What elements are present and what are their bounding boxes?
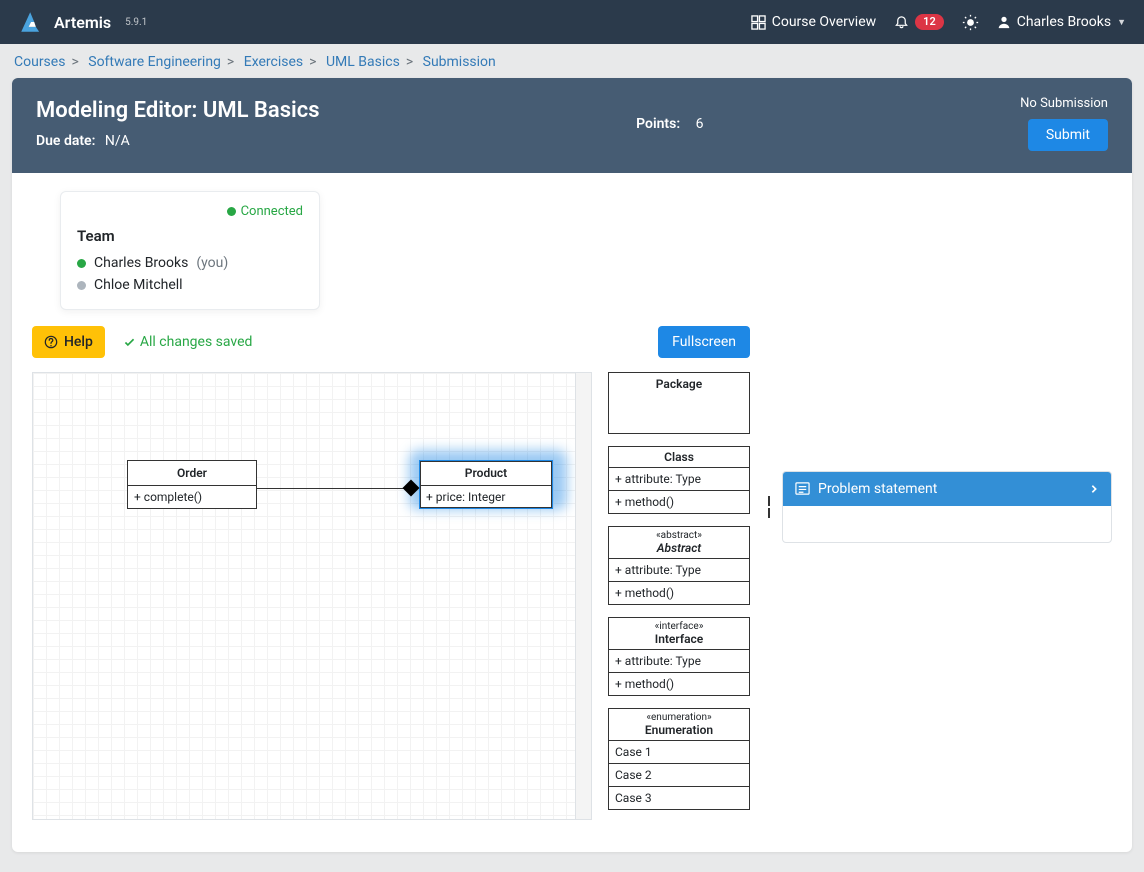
notif-badge: 12 bbox=[915, 14, 944, 30]
fullscreen-button[interactable]: Fullscreen bbox=[658, 326, 750, 358]
page-title: Modeling Editor: UML Basics bbox=[36, 98, 320, 123]
problem-statement-toggle[interactable]: Problem statement bbox=[783, 472, 1111, 506]
problem-statement-body bbox=[783, 506, 1111, 542]
presence-dot-icon bbox=[77, 259, 86, 268]
palette-abstract[interactable]: «abstract» Abstract + attribute: Type + … bbox=[608, 526, 750, 605]
question-circle-icon bbox=[44, 335, 58, 349]
grid-icon bbox=[751, 15, 766, 30]
uml-class-product[interactable]: Product + price: Integer bbox=[419, 460, 553, 509]
brand-version: 5.9.1 bbox=[125, 17, 147, 28]
user-name: Charles Brooks bbox=[1017, 14, 1111, 30]
connection-status: Connected bbox=[77, 204, 303, 219]
chevron-right-icon bbox=[1089, 484, 1099, 494]
theme-toggle-button[interactable] bbox=[962, 14, 979, 31]
canvas-scrollbar[interactable] bbox=[576, 372, 592, 820]
team-heading: Team bbox=[77, 227, 303, 245]
exercise-header: Modeling Editor: UML Basics Due date: N/… bbox=[12, 78, 1132, 173]
points: Points: 6 bbox=[320, 116, 1021, 132]
palette-enumeration[interactable]: «enumeration» Enumeration Case 1 Case 2 … bbox=[608, 708, 750, 810]
breadcrumb-link[interactable]: Exercises bbox=[244, 54, 303, 70]
navbar: Artemis 5.9.1 Course Overview 12 Charles… bbox=[0, 0, 1144, 44]
status-dot-icon bbox=[227, 207, 236, 216]
team-member: Chloe Mitchell bbox=[77, 277, 303, 293]
team-panel: Connected Team Charles Brooks (you) Chlo… bbox=[60, 191, 320, 310]
brand-name: Artemis bbox=[54, 13, 111, 32]
palette-package[interactable]: Package bbox=[608, 372, 750, 434]
sun-icon bbox=[962, 14, 979, 31]
breadcrumb-link[interactable]: UML Basics bbox=[326, 54, 400, 70]
editor-toolbar: Help All changes saved Fullscreen bbox=[32, 326, 750, 358]
palette: Package Class + attribute: Type + method… bbox=[608, 372, 750, 822]
main-card: Modeling Editor: UML Basics Due date: N/… bbox=[12, 78, 1132, 852]
artemis-logo-icon bbox=[18, 9, 44, 35]
user-menu[interactable]: Charles Brooks ▼ bbox=[997, 14, 1126, 30]
problem-statement-panel: Problem statement bbox=[782, 471, 1112, 543]
due-date: Due date: N/A bbox=[36, 133, 320, 149]
chevron-down-icon: ▼ bbox=[1117, 17, 1126, 28]
modeling-canvas[interactable]: Order + complete() Product + price: Inte… bbox=[32, 372, 576, 820]
save-status: All changes saved bbox=[123, 334, 253, 350]
list-icon bbox=[795, 481, 810, 496]
team-member: Charles Brooks (you) bbox=[77, 255, 303, 271]
palette-class[interactable]: Class + attribute: Type + method() bbox=[608, 446, 750, 514]
notifications-button[interactable]: 12 bbox=[894, 14, 944, 30]
presence-dot-icon bbox=[77, 281, 86, 290]
course-overview-link[interactable]: Course Overview bbox=[751, 14, 876, 30]
palette-interface[interactable]: «interface» Interface + attribute: Type … bbox=[608, 617, 750, 696]
bell-icon bbox=[894, 15, 909, 30]
breadcrumb-link[interactable]: Courses bbox=[14, 54, 65, 70]
user-icon bbox=[997, 15, 1011, 29]
submission-status: No Submission bbox=[1020, 96, 1108, 111]
breadcrumb: Courses> Software Engineering> Exercises… bbox=[0, 44, 1144, 78]
submit-button[interactable]: Submit bbox=[1028, 119, 1108, 151]
course-overview-label: Course Overview bbox=[772, 14, 876, 30]
brand[interactable]: Artemis 5.9.1 bbox=[18, 9, 147, 35]
uml-class-order[interactable]: Order + complete() bbox=[127, 460, 257, 509]
help-button[interactable]: Help bbox=[32, 326, 105, 358]
resize-handle[interactable] bbox=[768, 496, 774, 518]
breadcrumb-link[interactable]: Submission bbox=[423, 54, 496, 70]
breadcrumb-link[interactable]: Software Engineering bbox=[88, 54, 221, 70]
check-icon bbox=[123, 336, 136, 349]
